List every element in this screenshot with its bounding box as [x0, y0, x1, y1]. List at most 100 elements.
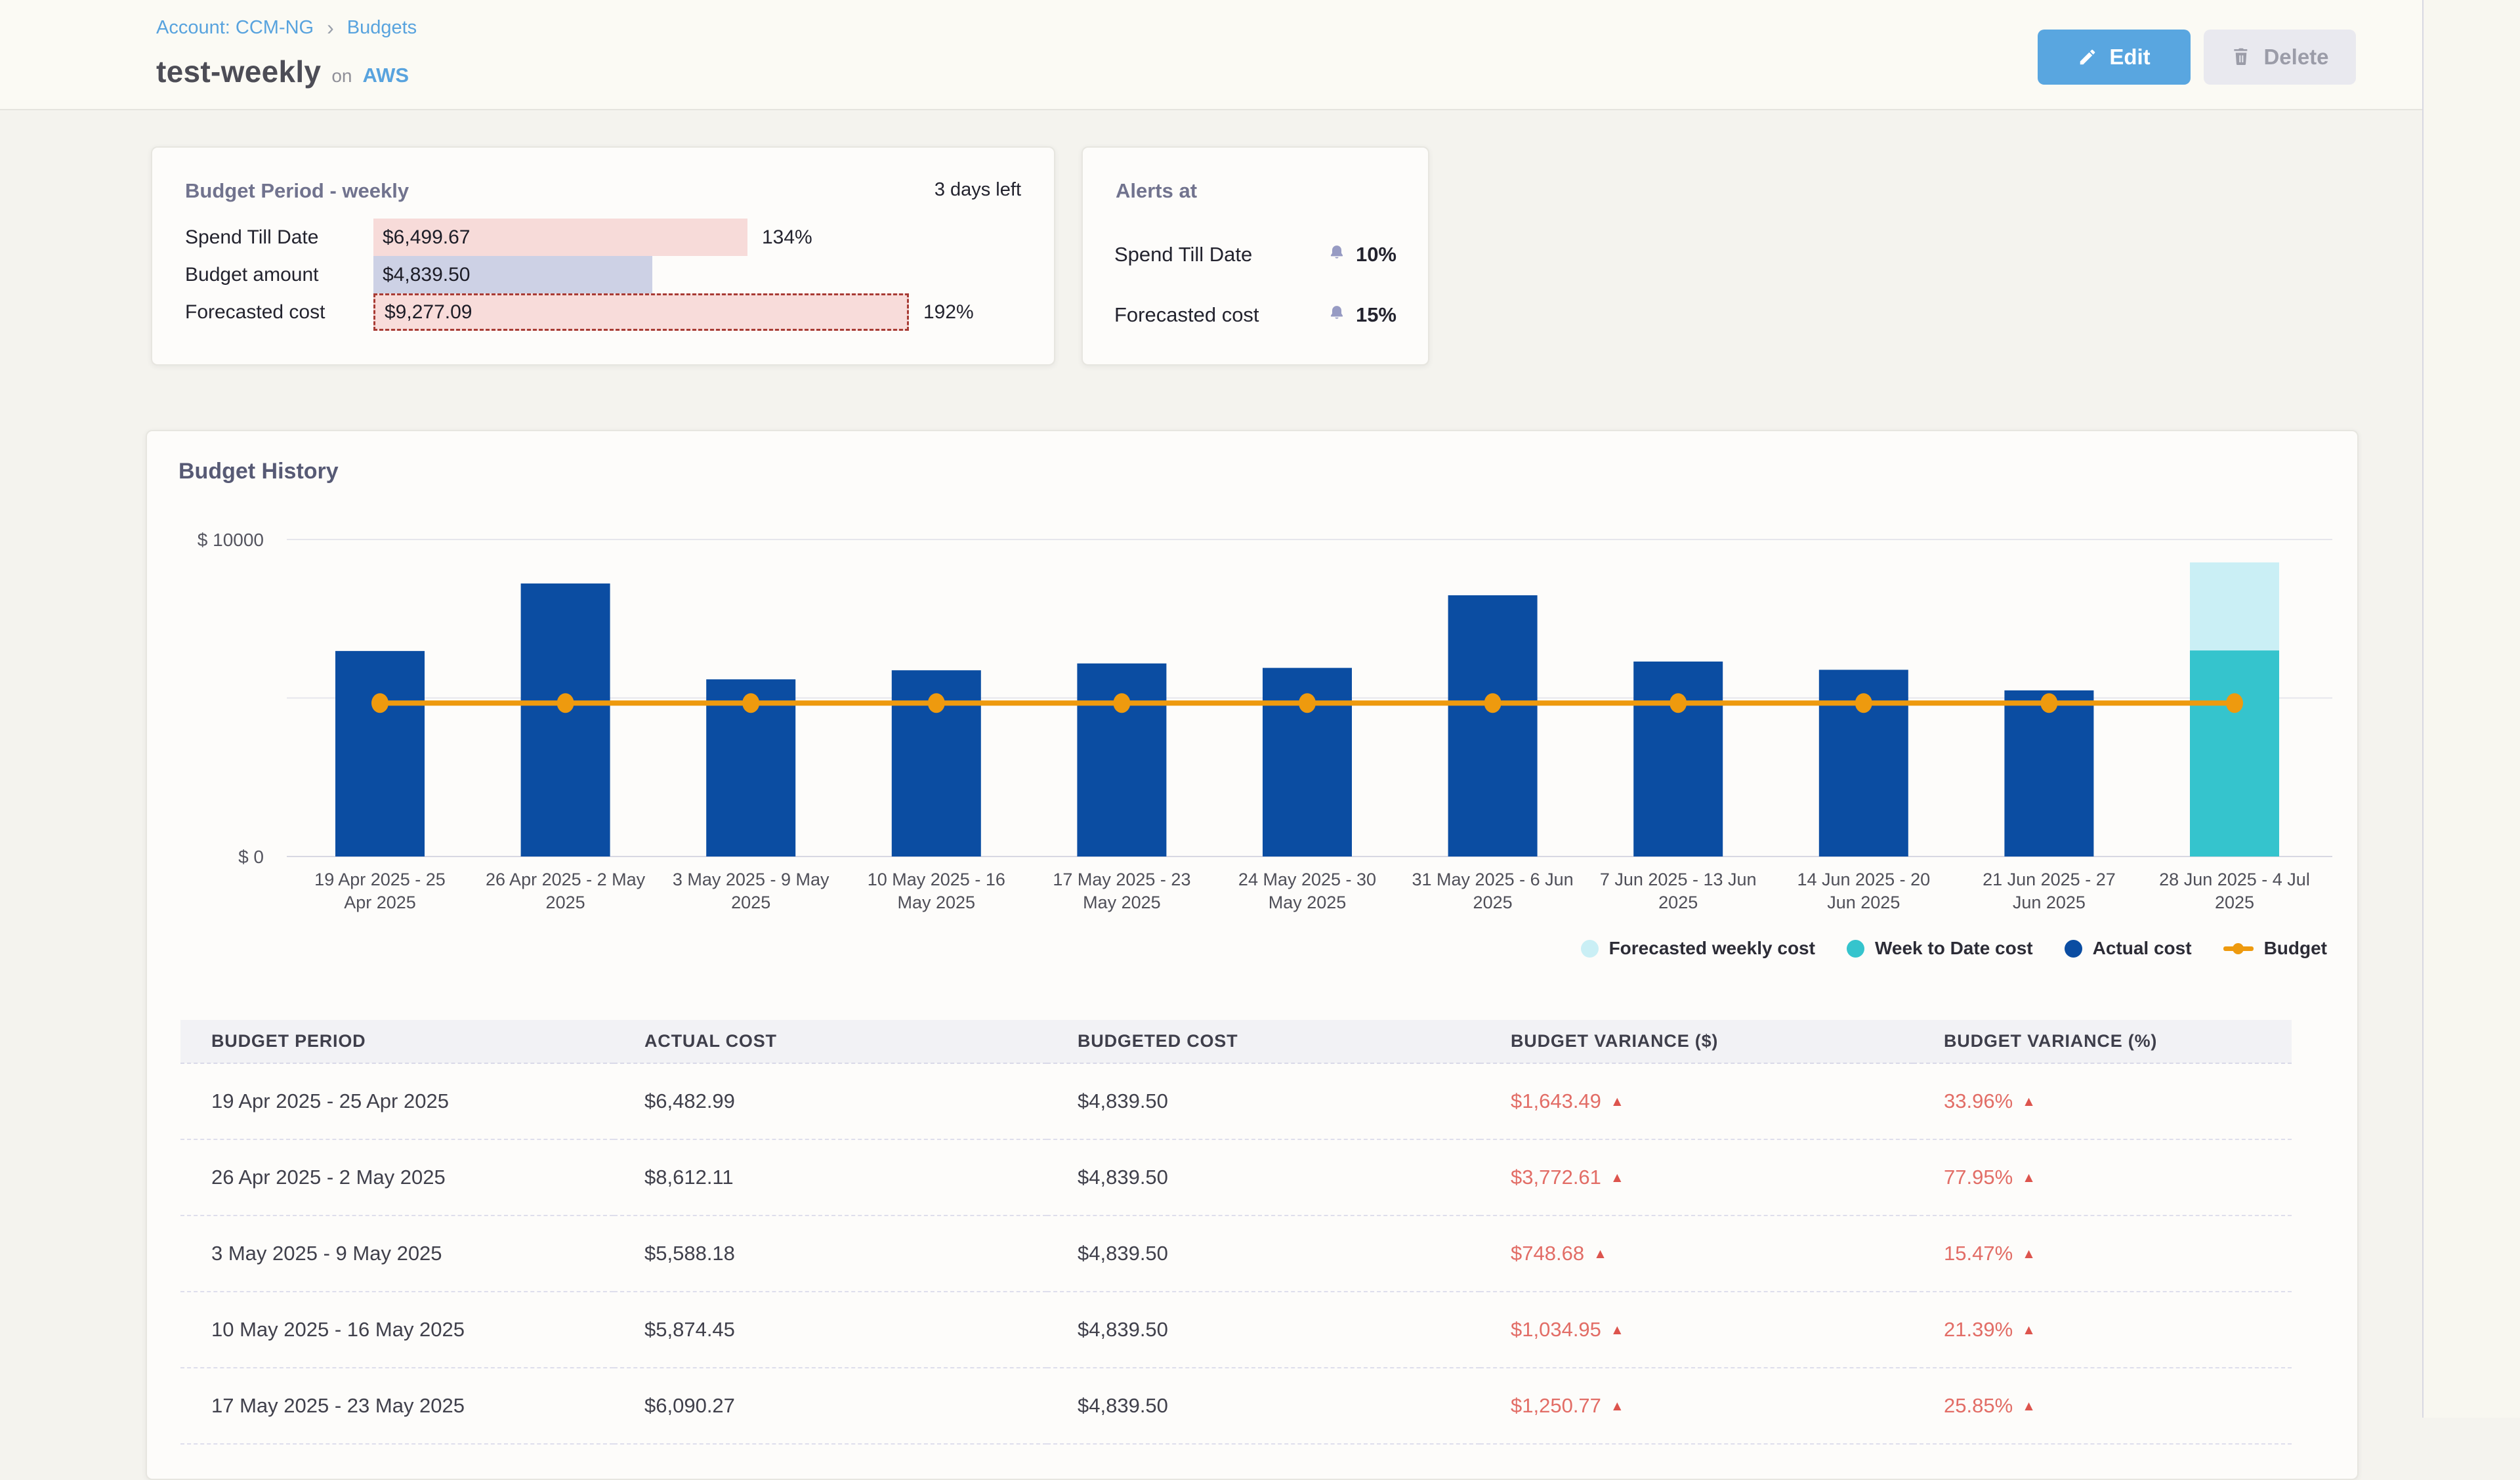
- cell-actual-cost: $5,588.18: [614, 1216, 1047, 1292]
- budget-line-marker[interactable]: [742, 693, 759, 713]
- legend-item-actual-cost[interactable]: Actual cost: [2065, 938, 2192, 959]
- cell-variance-usd: $748.68▲: [1480, 1216, 1913, 1292]
- actual-cost-bar[interactable]: [521, 583, 610, 856]
- budget-line-marker[interactable]: [2226, 693, 2243, 713]
- cell-variance-pct: 15.47%▲: [1913, 1216, 2292, 1292]
- budget-line-marker[interactable]: [1670, 693, 1687, 713]
- days-left-label: 3 days left: [934, 179, 1021, 201]
- actual-cost-bar[interactable]: [1633, 662, 1723, 856]
- column-header: BUDGET PERIOD: [180, 1020, 614, 1063]
- x-axis-label: 26 Apr 2025 - 2 May: [486, 870, 646, 889]
- cell-budgeted-cost: $4,839.50: [1047, 1292, 1480, 1368]
- y-axis-tick-label: $ 10000: [198, 530, 264, 550]
- legend-circle-swatch: [2065, 940, 2082, 958]
- cell-variance-usd: $1,034.95▲: [1480, 1292, 1913, 1368]
- summary-bar-value: $9,277.09: [375, 301, 472, 324]
- summary-row-budget: Budget amount$4,839.50: [185, 256, 1024, 293]
- column-header: BUDGETED COST: [1047, 1020, 1480, 1063]
- budget-history-card: $ 10000 $ 0 19 Apr 2025 - 25 Apr 2025 26 Apr…: [146, 430, 2359, 1480]
- summary-row-label: Spend Till Date: [185, 226, 373, 249]
- x-axis-label: 7 Jun 2025 - 13 Jun: [1600, 870, 1757, 889]
- variance-up-icon: ▲: [2022, 1094, 2036, 1109]
- alert-threshold-value: 15%: [1356, 303, 1396, 327]
- cell-variance-pct: 77.95%▲: [1913, 1139, 2292, 1216]
- week-to-date-cost-bar[interactable]: [2190, 650, 2279, 856]
- x-axis-label: Apr 2025: [344, 893, 416, 912]
- cell-actual-cost: $6,482.99: [614, 1063, 1047, 1139]
- actual-cost-bar[interactable]: [2004, 690, 2093, 856]
- cell-variance-usd: $1,643.49▲: [1480, 1063, 1913, 1139]
- actual-cost-bar[interactable]: [335, 651, 425, 856]
- alert-threshold-group: 10%: [1327, 243, 1396, 266]
- variance-up-icon: ▲: [2022, 1322, 2036, 1338]
- budget-line-marker[interactable]: [1855, 693, 1872, 713]
- alert-row-label: Forecasted cost: [1114, 303, 1259, 327]
- legend-item-forecasted-weekly-cost[interactable]: Forecasted weekly cost: [1581, 938, 1815, 959]
- cell-actual-cost: $6,090.27: [614, 1368, 1047, 1444]
- breadcrumb-account-link[interactable]: Account: CCM-NG: [156, 17, 314, 39]
- delete-button-label: Delete: [2263, 45, 2328, 70]
- cell-variance-pct: 33.96%▲: [1913, 1063, 2292, 1139]
- platform-label: AWS: [362, 64, 409, 87]
- delete-button[interactable]: Delete: [2204, 30, 2356, 85]
- table-row: 17 May 2025 - 23 May 2025$6,090.27$4,839…: [180, 1368, 2292, 1444]
- table-row: 10 May 2025 - 16 May 2025$5,874.45$4,839…: [180, 1292, 2292, 1368]
- summary-row-label: Forecasted cost: [185, 301, 373, 324]
- cell-budget-period: 10 May 2025 - 16 May 2025: [180, 1292, 614, 1368]
- x-axis-label: Jun 2025: [2013, 893, 2086, 912]
- summary-row-forecast: Forecasted cost$9,277.09 192%: [185, 293, 1024, 331]
- budget-line-marker[interactable]: [1113, 693, 1130, 713]
- bell-icon: [1327, 304, 1347, 327]
- x-axis-label: 28 Jun 2025 - 4 Jul: [2159, 870, 2310, 889]
- summary-bar-value: $6,499.67: [373, 226, 470, 249]
- summary-bar-percent: 134%: [762, 226, 812, 249]
- legend-item-budget[interactable]: Budget: [2223, 938, 2327, 959]
- forecast-bar: $9,277.09: [373, 293, 909, 331]
- x-axis-label: 2025: [731, 893, 770, 912]
- budget-variance-table: BUDGET PERIODACTUAL COSTBUDGETED COSTBUD…: [180, 1020, 2292, 1445]
- alert-threshold-group: 15%: [1327, 303, 1396, 327]
- budget-period-title: Budget Period - weekly: [185, 179, 409, 203]
- summary-bar-track: $9,277.09 192%: [373, 293, 1024, 331]
- budget-line-marker[interactable]: [557, 693, 574, 713]
- budget-line-marker[interactable]: [371, 693, 388, 713]
- budget-period-rows: Spend Till Date$6,499.67 134% Budget amoun…: [185, 219, 1024, 331]
- alert-row: Spend Till Date 10%: [1114, 234, 1396, 275]
- legend-label: Actual cost: [2093, 938, 2192, 959]
- main-panel: Account: CCM-NG › Budgets test-weekly on…: [0, 0, 2422, 1418]
- budget-line-marker[interactable]: [1484, 693, 1502, 713]
- x-axis-label: 24 May 2025 - 30: [1238, 870, 1376, 889]
- y-axis-tick-label: $ 0: [238, 847, 264, 867]
- legend-circle-swatch: [1847, 940, 1864, 958]
- summary-row-spend: Spend Till Date$6,499.67 134%: [185, 219, 1024, 256]
- alert-row-label: Spend Till Date: [1114, 243, 1252, 266]
- column-header: ACTUAL COST: [614, 1020, 1047, 1063]
- cell-variance-usd: $3,772.61▲: [1480, 1139, 1913, 1216]
- chart-legend: Forecasted weekly cost Week to Date cost A…: [1581, 938, 2327, 959]
- alerts-title: Alerts at: [1116, 179, 1197, 203]
- x-axis-label: 19 Apr 2025 - 25: [314, 870, 446, 889]
- cell-budgeted-cost: $4,839.50: [1047, 1216, 1480, 1292]
- alerts-card: Alerts at Spend Till Date 10% Forecasted c…: [1082, 146, 1429, 366]
- cell-budgeted-cost: $4,839.50: [1047, 1139, 1480, 1216]
- budget-line-marker[interactable]: [2040, 693, 2057, 713]
- forecasted-weekly-cost-bar[interactable]: [2190, 562, 2279, 650]
- legend-label: Budget: [2264, 938, 2327, 959]
- summary-bar-track: $6,499.67 134%: [373, 219, 1024, 256]
- legend-label: Week to Date cost: [1875, 938, 2033, 959]
- budget-history-title: Budget History: [178, 459, 339, 484]
- edit-button[interactable]: Edit: [2038, 30, 2191, 85]
- breadcrumb-budgets-link[interactable]: Budgets: [347, 17, 417, 39]
- budget-line-marker[interactable]: [1299, 693, 1316, 713]
- actual-cost-bar[interactable]: [1077, 664, 1166, 856]
- variance-up-icon: ▲: [2022, 1399, 2036, 1414]
- variance-up-icon: ▲: [1593, 1246, 1607, 1261]
- budget-line-marker[interactable]: [928, 693, 945, 713]
- legend-item-week-to-date-cost[interactable]: Week to Date cost: [1847, 938, 2033, 959]
- variance-up-icon: ▲: [1610, 1399, 1624, 1414]
- table-row: 3 May 2025 - 9 May 2025$5,588.18$4,839.5…: [180, 1216, 2292, 1292]
- summary-bar-percent: 192%: [923, 301, 974, 324]
- pencil-icon: [2078, 47, 2097, 67]
- actual-cost-bar[interactable]: [1448, 595, 1538, 856]
- x-axis-label: 2025: [2215, 893, 2254, 912]
